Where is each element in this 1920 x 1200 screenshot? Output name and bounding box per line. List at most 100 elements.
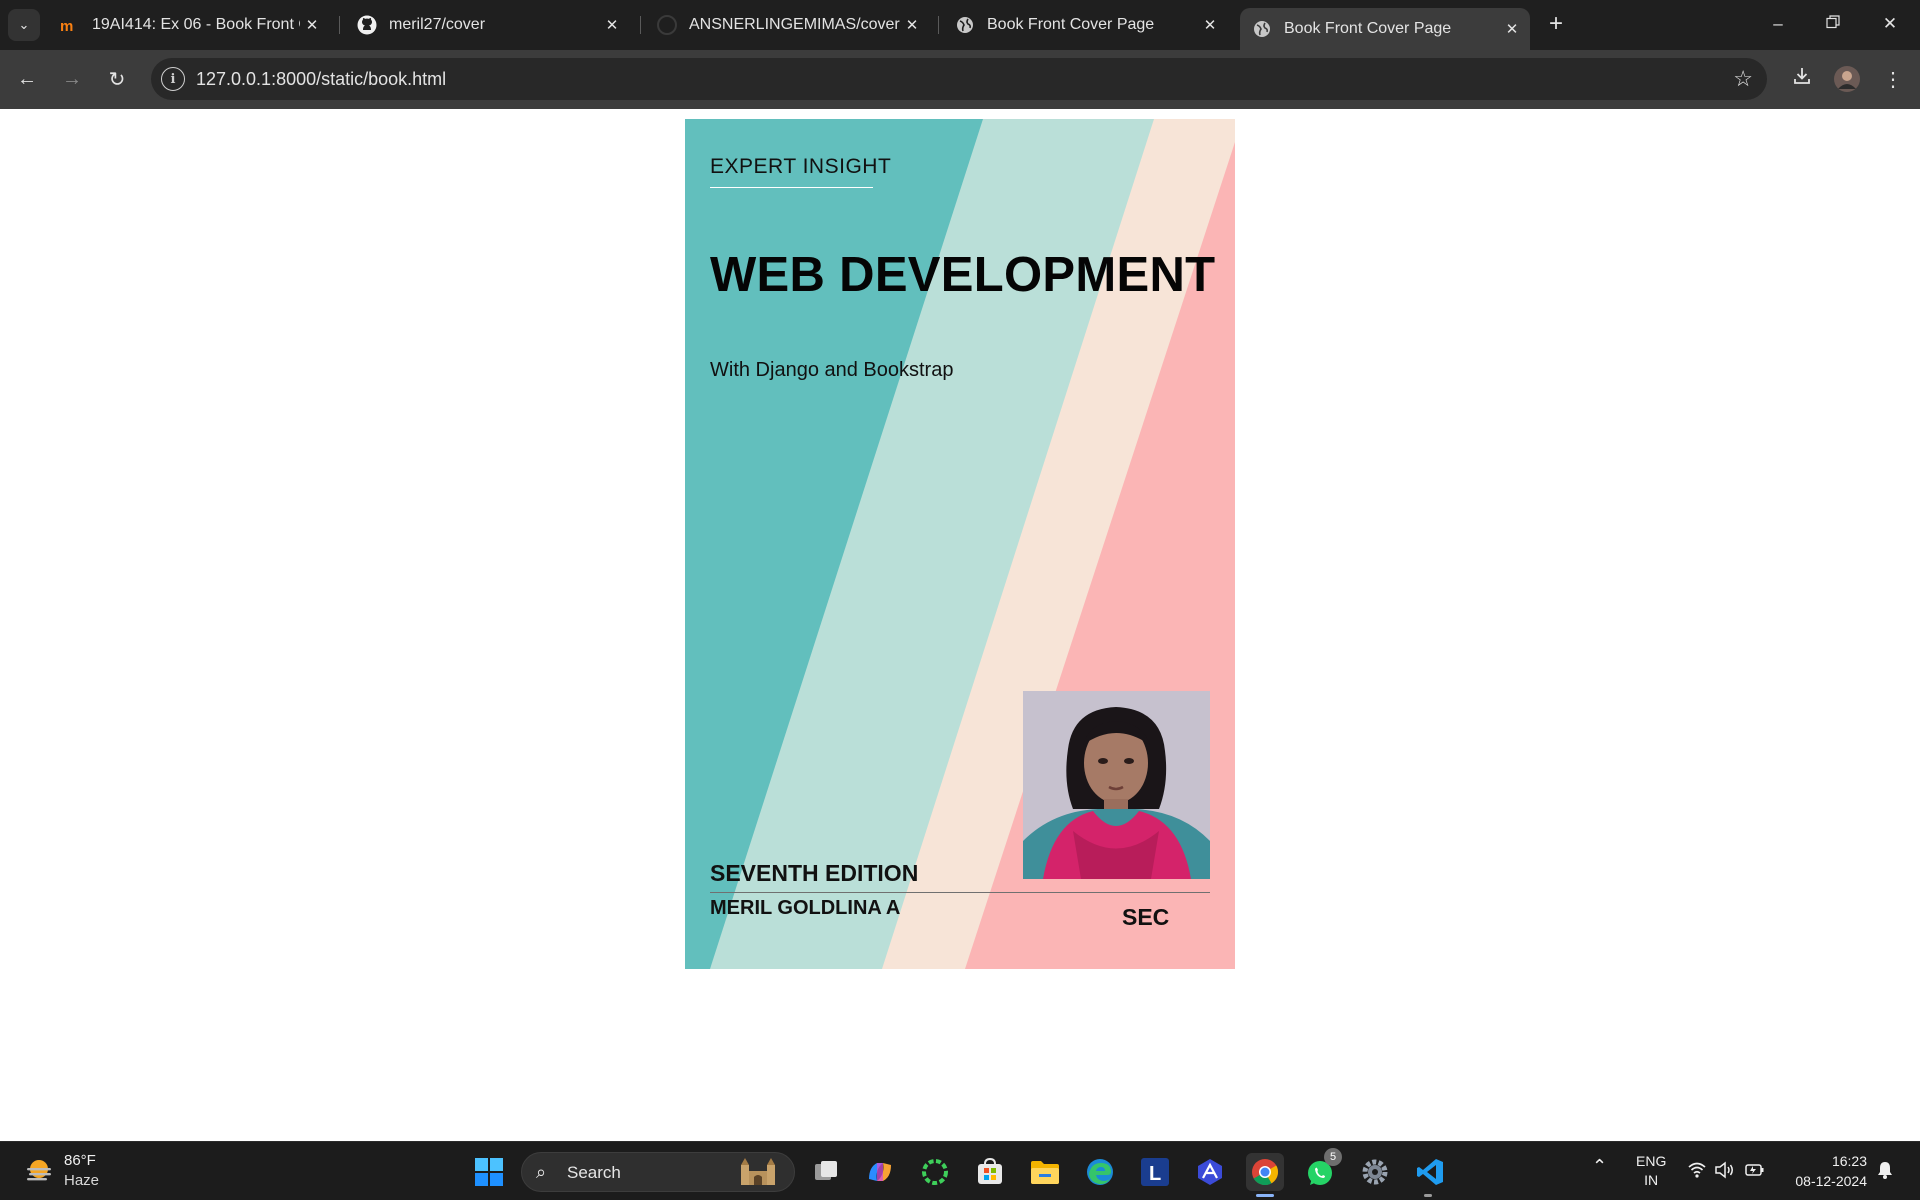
volume-icon — [1715, 1161, 1733, 1179]
close-icon[interactable]: ✕ — [900, 16, 924, 34]
vscode-running-indicator — [1424, 1194, 1432, 1197]
bell-icon — [1878, 1162, 1892, 1179]
tray-overflow-button[interactable]: ⌃ — [1592, 1156, 1607, 1177]
close-icon[interactable]: ✕ — [1198, 16, 1222, 34]
tab-book-cover-active[interactable]: Book Front Cover Page ✕ — [1240, 8, 1530, 50]
browser-toolbar: ← → ↻ i 127.0.0.1:8000/static/book.html … — [0, 50, 1920, 109]
tab-title: meril27/cover — [389, 16, 486, 33]
chrome-button[interactable] — [1246, 1153, 1284, 1191]
tab-moodle[interactable]: m 19AI414: Ex 06 - Book Front Co ✕ — [48, 8, 330, 42]
copilot-button[interactable] — [861, 1153, 899, 1191]
minimize-button[interactable]: – — [1750, 6, 1806, 42]
app-green-ring-button[interactable] — [916, 1153, 954, 1191]
close-icon[interactable]: ✕ — [600, 16, 624, 34]
book-subtitle: With Django and Bookstrap — [710, 359, 954, 381]
address-bar[interactable]: i 127.0.0.1:8000/static/book.html ☆ — [151, 58, 1767, 100]
reload-icon: ↻ — [108, 68, 126, 91]
network-status[interactable] — [1687, 1160, 1707, 1184]
tab-title: Book Front Cover Page — [1284, 20, 1452, 37]
globe-icon — [955, 15, 975, 35]
arrow-left-icon: ← — [17, 67, 37, 90]
notifications-button[interactable] — [1876, 1160, 1894, 1184]
close-icon: ✕ — [1882, 14, 1898, 33]
clock-date: 08-12-2024 — [1795, 1173, 1867, 1189]
volume-status[interactable] — [1714, 1160, 1736, 1184]
clock[interactable]: 16:23 08-12-2024 — [1787, 1151, 1867, 1191]
profile-avatar[interactable] — [1830, 62, 1864, 96]
app-green-ring-icon — [922, 1159, 948, 1185]
menu-button[interactable]: ⋮ — [1876, 62, 1910, 96]
start-button[interactable] — [470, 1153, 508, 1191]
clock-time: 16:23 — [1831, 1153, 1867, 1169]
vpn-app-button[interactable] — [1191, 1153, 1229, 1191]
taskbar-search-box[interactable]: ⌕ Search — [521, 1152, 795, 1192]
author-name: MERIL GOLDLINA A — [710, 897, 901, 919]
file-explorer-button[interactable] — [1026, 1153, 1064, 1191]
settings-icon — [1362, 1159, 1388, 1185]
reload-button[interactable]: ↻ — [100, 62, 134, 96]
chrome-active-indicator — [1256, 1194, 1274, 1197]
tab-separator — [339, 16, 340, 34]
restore-button[interactable] — [1805, 6, 1861, 42]
vpn-app-icon — [1198, 1159, 1222, 1185]
windows-taskbar: 86°F Haze ⌕ Search L 5 ⌃ ENG IN 16:23 08… — [0, 1141, 1920, 1200]
weather-condition: Haze — [64, 1172, 100, 1189]
tab-separator — [938, 16, 939, 34]
edge-icon — [1087, 1159, 1113, 1185]
book-title: WEB DEVELOPMENT — [710, 248, 1216, 302]
globe-icon — [1252, 19, 1272, 39]
chrome-icon — [1252, 1159, 1279, 1186]
language-line-1: ENG — [1636, 1153, 1667, 1169]
cover-divider — [710, 892, 1210, 893]
microsoft-store-icon — [978, 1157, 1002, 1184]
tab-search-button[interactable]: ⌄ — [8, 9, 40, 41]
battery-charging-icon — [1745, 1164, 1764, 1176]
restore-icon — [1826, 14, 1840, 34]
settings-button[interactable] — [1356, 1153, 1394, 1191]
bookmark-star-icon[interactable]: ☆ — [1733, 66, 1753, 92]
search-highlight-icon — [741, 1158, 775, 1185]
tab-title: ANSNERLINGEMIMAS/cover — [689, 16, 900, 33]
github-icon — [357, 15, 377, 35]
close-window-button[interactable]: ✕ — [1862, 6, 1918, 42]
vscode-button[interactable] — [1411, 1153, 1449, 1191]
downloads-button[interactable] — [1785, 62, 1819, 96]
tab-book-cover-1[interactable]: Book Front Cover Page ✕ — [943, 8, 1228, 42]
tab-github-ansner[interactable]: ANSNERLINGEMIMAS/cover ✕ — [645, 8, 930, 42]
new-tab-button[interactable]: + — [1541, 10, 1571, 40]
haze-weather-icon — [27, 1160, 51, 1181]
back-button[interactable]: ← — [10, 62, 44, 96]
task-view-icon — [815, 1161, 837, 1180]
tab-github-meril[interactable]: meril27/cover ✕ — [345, 8, 630, 42]
whatsapp-button[interactable]: 5 — [1301, 1148, 1342, 1191]
file-explorer-icon — [1031, 1161, 1059, 1184]
language-indicator[interactable]: ENG IN — [1636, 1152, 1666, 1190]
l-app-button[interactable]: L — [1136, 1153, 1174, 1191]
edition-label: SEVENTH EDITION — [710, 860, 919, 886]
tab-strip: ⌄ m 19AI414: Ex 06 - Book Front Co ✕ mer… — [0, 0, 1920, 50]
author-photo — [1023, 691, 1210, 879]
kebab-menu-icon: ⋮ — [1883, 68, 1903, 91]
language-line-2: IN — [1644, 1172, 1659, 1188]
forward-button[interactable]: → — [55, 62, 89, 96]
edge-button[interactable] — [1081, 1153, 1119, 1191]
start-icon — [475, 1158, 503, 1186]
weather-temperature: 86°F — [64, 1152, 96, 1169]
arrow-right-icon: → — [62, 67, 82, 90]
close-icon[interactable]: ✕ — [300, 16, 324, 34]
search-label: Search — [567, 1163, 621, 1182]
vscode-icon — [1417, 1159, 1443, 1185]
microsoft-store-button[interactable] — [971, 1153, 1009, 1191]
search-icon: ⌕ — [536, 1162, 547, 1182]
tab-title: 19AI414: Ex 06 - Book Front Co — [92, 16, 300, 33]
close-icon[interactable]: ✕ — [1500, 20, 1524, 38]
wifi-icon — [1688, 1162, 1706, 1178]
task-view-button[interactable] — [807, 1153, 845, 1191]
chevron-down-icon: ⌄ — [18, 17, 30, 32]
series-label: EXPERT INSIGHT — [710, 155, 892, 178]
site-info-icon[interactable]: i — [161, 67, 185, 91]
copilot-icon — [869, 1163, 891, 1181]
battery-status[interactable] — [1744, 1160, 1766, 1184]
tab-title: Book Front Cover Page — [987, 16, 1155, 33]
url-text[interactable]: 127.0.0.1:8000/static/book.html — [196, 69, 446, 90]
